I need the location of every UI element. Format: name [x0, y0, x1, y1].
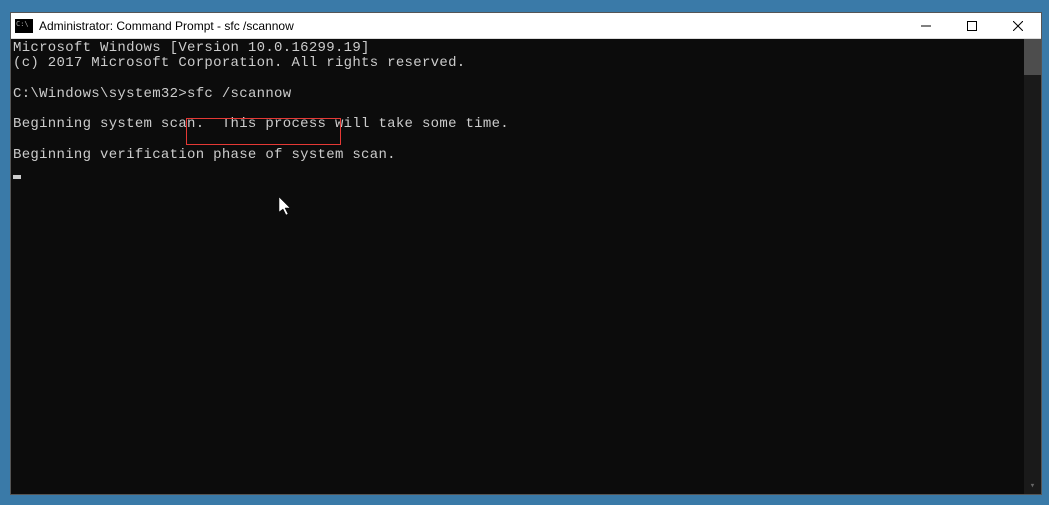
scan-begin-line: Beginning system scan. This process will…	[13, 116, 509, 132]
scrollbar-thumb[interactable]	[1024, 39, 1041, 75]
window-controls	[903, 13, 1041, 38]
close-button[interactable]	[995, 13, 1041, 38]
version-line: Microsoft Windows [Version 10.0.16299.19…	[13, 40, 370, 56]
terminal-content: Microsoft Windows [Version 10.0.16299.19…	[11, 39, 1041, 181]
cmd-icon	[15, 19, 33, 33]
minimize-button[interactable]	[903, 13, 949, 38]
scrollbar-down-arrow[interactable]: ▾	[1024, 477, 1041, 494]
command-prompt-window: Administrator: Command Prompt - sfc /sca…	[10, 12, 1042, 495]
prompt-text: C:\Windows\system32>	[13, 86, 187, 102]
maximize-button[interactable]	[949, 13, 995, 38]
close-icon	[1013, 21, 1023, 31]
command-text: sfc /scannow	[187, 86, 291, 102]
text-cursor	[13, 175, 21, 179]
vertical-scrollbar[interactable]: ▾	[1024, 39, 1041, 494]
verification-line: Beginning verification phase of system s…	[13, 147, 396, 163]
window-title: Administrator: Command Prompt - sfc /sca…	[39, 19, 903, 33]
mouse-cursor-icon	[279, 197, 293, 217]
minimize-icon	[921, 21, 931, 31]
terminal-body[interactable]: Microsoft Windows [Version 10.0.16299.19…	[11, 39, 1041, 494]
copyright-line: (c) 2017 Microsoft Corporation. All righ…	[13, 55, 465, 71]
titlebar[interactable]: Administrator: Command Prompt - sfc /sca…	[11, 13, 1041, 39]
maximize-icon	[967, 21, 977, 31]
